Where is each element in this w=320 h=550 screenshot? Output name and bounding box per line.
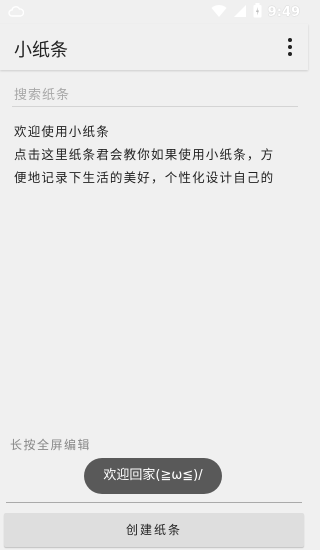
- note-line: 便地记录下生活的美好，个性化设计自己的: [14, 170, 275, 185]
- status-bar: 9:49: [0, 0, 308, 24]
- note-line: 点击这里纸条君会教你如果使用小纸条，方: [14, 147, 275, 162]
- search-input[interactable]: 搜索纸条: [12, 78, 298, 107]
- cloud-icon: [8, 4, 25, 23]
- note-line: 欢迎使用小纸条: [14, 124, 110, 139]
- wifi-icon: [211, 3, 227, 22]
- divider: [6, 502, 302, 503]
- app-title: 小纸条: [14, 40, 68, 61]
- battery-icon: [253, 3, 262, 22]
- note-item[interactable]: 欢迎使用小纸条 点击这里纸条君会教你如果使用小纸条，方 便地记录下生活的美好，个…: [14, 120, 296, 189]
- overflow-menu-icon[interactable]: [282, 36, 298, 58]
- app-bar: 小纸条: [0, 24, 308, 70]
- search-placeholder: 搜索纸条: [14, 88, 71, 103]
- toast-message: 欢迎回家(≧ω≦)/: [84, 458, 222, 494]
- create-note-button[interactable]: 创建纸条: [4, 513, 304, 547]
- long-press-hint: 长按全屏编辑: [10, 438, 92, 452]
- signal-icon: [233, 3, 247, 22]
- clock: 9:49: [267, 5, 300, 20]
